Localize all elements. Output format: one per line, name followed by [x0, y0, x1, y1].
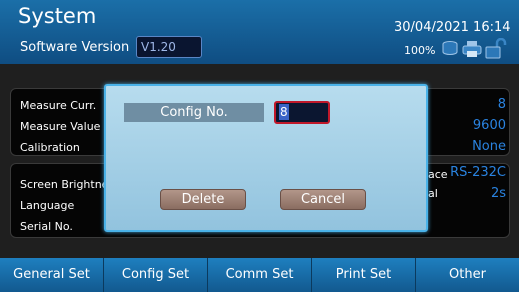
tab-print-set[interactable]: Print Set: [312, 258, 416, 292]
system-screen: System Software Version V1.20 30/04/2021…: [0, 0, 519, 292]
config-no-input[interactable]: 8: [274, 101, 330, 124]
tab-general-set[interactable]: General Set: [0, 258, 104, 292]
software-version-value: V1.20: [136, 36, 202, 58]
calibration-value: None: [472, 139, 506, 154]
battery-level: 100%: [404, 44, 436, 57]
software-version-label: Software Version: [20, 40, 130, 55]
cancel-button[interactable]: Cancel: [280, 189, 366, 210]
interval-value: 2s: [490, 186, 506, 201]
interface-label: ace: [428, 168, 448, 181]
tab-other[interactable]: Other: [416, 258, 519, 292]
config-no-label: Config No.: [124, 103, 264, 122]
unlock-icon[interactable]: [485, 38, 507, 60]
printer-icon: [462, 41, 482, 57]
tab-config-set[interactable]: Config Set: [104, 258, 208, 292]
interface-value: RS-232C: [450, 165, 506, 180]
page-title: System: [18, 4, 97, 28]
measure-value-label: Measure Value: [20, 120, 101, 133]
datetime: 30/04/2021 16:14: [394, 20, 511, 35]
delete-button[interactable]: Delete: [160, 189, 246, 210]
measure-value-value: 9600: [472, 118, 506, 133]
measure-curr-label: Measure Curr.: [20, 99, 97, 112]
config-no-value: 8: [279, 104, 289, 120]
bottom-tab-bar: General Set Config Set Comm Set Print Se…: [0, 258, 519, 292]
measure-curr-value: 8: [497, 97, 506, 112]
interval-label: al: [428, 187, 438, 200]
language-label: Language: [20, 199, 75, 212]
serial-no-label: Serial No.: [20, 220, 73, 233]
tab-comm-set[interactable]: Comm Set: [208, 258, 312, 292]
header-bar: System Software Version V1.20 30/04/2021…: [0, 0, 519, 64]
calibration-label: Calibration: [20, 141, 80, 154]
db-icon: [442, 41, 458, 55]
